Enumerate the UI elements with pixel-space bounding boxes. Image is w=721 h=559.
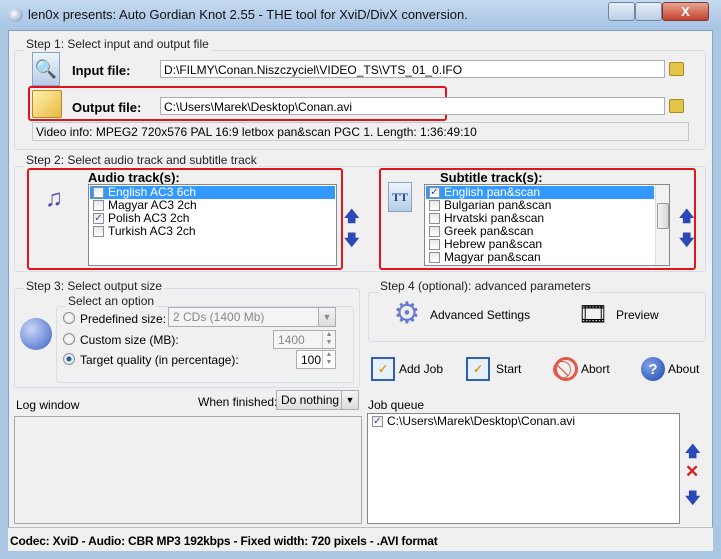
pie-chart-icon: [20, 318, 52, 350]
add-job-icon[interactable]: ✓: [371, 357, 395, 381]
video-info-field: Video info: MPEG2 720x576 PAL 16:9 letbo…: [32, 122, 689, 141]
start-button[interactable]: Start: [496, 362, 521, 376]
custom-size-spinner[interactable]: 1400 ▲ ▼: [273, 330, 336, 349]
chevron-down-icon[interactable]: ▼: [318, 308, 335, 326]
audio-track-list[interactable]: English AC3 6ch Magyar AC3 2ch ✓ Polish AC3…: [88, 184, 337, 266]
film-reel-icon[interactable]: 🎞: [577, 299, 609, 329]
step1-legend: Step 1: Select input and output file: [24, 37, 211, 51]
list-item-label: English AC3 6ch: [108, 185, 197, 199]
spinner-arrows-icon[interactable]: ▲ ▼: [322, 331, 335, 348]
audio-move-up-icon[interactable]: 🡅: [344, 206, 359, 231]
output-file-label: Output file:: [72, 100, 142, 115]
predefined-size-label: Predefined size:: [80, 312, 167, 326]
subtitle-track-list[interactable]: ✓ English pan&scan Bulgarian pan&scan Hrvat…: [424, 184, 670, 266]
start-icon[interactable]: ✓: [466, 357, 490, 381]
checkbox[interactable]: [429, 200, 440, 211]
music-speaker-icon: ♫: [45, 185, 63, 212]
input-file-label: Input file:: [72, 63, 131, 78]
window-title: len0x presents: Auto Gordian Knot 2.55 -…: [28, 7, 468, 22]
job-queue-label: Job queue: [368, 398, 425, 412]
step3-legend: Step 3: Select output size: [24, 279, 165, 293]
when-finished-label: When finished:: [198, 395, 278, 409]
list-item-label: Magyar pan&scan: [444, 250, 541, 264]
custom-size-value: 1400: [278, 333, 305, 347]
subtitle-move-down-icon[interactable]: 🡇: [679, 230, 694, 255]
app-icon[interactable]: [8, 8, 23, 22]
advanced-settings-label[interactable]: Advanced Settings: [430, 308, 530, 322]
predefined-size-value: 2 CDs (1400 Mb): [173, 310, 265, 324]
audio-move-down-icon[interactable]: 🡇: [344, 230, 359, 255]
help-icon[interactable]: ?: [641, 357, 665, 381]
list-item[interactable]: Magyar pan&scan: [426, 251, 654, 264]
when-finished-value: Do nothing: [281, 393, 340, 407]
list-item[interactable]: ✓ C:\Users\Marek\Desktop\Conan.avi: [369, 415, 678, 428]
step4-legend: Step 4 (optional): advanced parameters: [378, 279, 593, 293]
chevron-down-icon[interactable]: ▼: [341, 391, 358, 409]
list-item-label: Hrvatski pan&scan: [444, 211, 545, 225]
checkbox[interactable]: [93, 226, 104, 237]
audio-tracks-label: Audio track(s):: [88, 170, 180, 185]
about-button[interactable]: About: [668, 362, 699, 376]
target-quality-label: Target quality (in percentage):: [80, 353, 239, 367]
preview-button[interactable]: Preview: [616, 308, 659, 322]
step2-legend: Step 2: Select audio track and subtitle …: [24, 153, 259, 167]
browse-input-folder-icon[interactable]: [669, 62, 684, 76]
custom-size-radio[interactable]: [63, 333, 75, 345]
add-job-button[interactable]: Add Job: [399, 362, 443, 376]
subtitle-tracks-label: Subtitle track(s):: [440, 170, 543, 185]
list-item[interactable]: Turkish AC3 2ch: [90, 225, 335, 238]
checkbox[interactable]: [429, 213, 440, 224]
list-item-label: English pan&scan: [444, 185, 541, 199]
scrollbar-thumb[interactable]: [657, 203, 669, 229]
queue-move-down-icon[interactable]: 🡇: [685, 488, 700, 513]
browse-output-folder-icon[interactable]: [669, 99, 684, 113]
list-item-label: Turkish AC3 2ch: [108, 224, 196, 238]
list-item-label: Bulgarian pan&scan: [444, 198, 552, 212]
target-quality-radio[interactable]: [63, 353, 75, 365]
text-font-icon: TT: [388, 182, 412, 212]
output-file-field[interactable]: C:\Users\Marek\Desktop\Conan.avi: [160, 97, 665, 115]
close-button[interactable]: X: [662, 2, 709, 21]
maximize-button[interactable]: [635, 2, 662, 21]
checkbox[interactable]: [93, 200, 104, 211]
advanced-settings-button[interactable]: ⚙: [392, 296, 424, 330]
target-quality-value: 100: [301, 353, 322, 367]
abort-icon[interactable]: ⃠: [554, 357, 578, 381]
magnifier-document-icon: 🔍: [32, 52, 60, 86]
list-item-label: Magyar AC3 2ch: [108, 198, 197, 212]
gear-icon: ⚙: [393, 296, 421, 330]
subtitle-scrollbar[interactable]: [655, 185, 669, 265]
target-quality-spinner[interactable]: 100 ▲ ▼: [296, 350, 336, 369]
open-folder-icon: [32, 90, 62, 118]
log-window[interactable]: [14, 416, 362, 524]
checkbox[interactable]: [429, 239, 440, 250]
checkbox[interactable]: [429, 252, 440, 263]
select-option-legend: Select an option: [66, 294, 157, 308]
minimize-button[interactable]: [608, 2, 635, 21]
checkbox[interactable]: [429, 226, 440, 237]
status-bar: Codec: XviD - Audio: CBR MP3 192kbps - F…: [8, 527, 713, 551]
predefined-size-radio[interactable]: [63, 312, 75, 324]
abort-button[interactable]: Abort: [581, 362, 610, 376]
log-window-label: Log window: [16, 398, 80, 412]
list-item-label: C:\Users\Marek\Desktop\Conan.avi: [387, 414, 576, 428]
predefined-size-select[interactable]: 2 CDs (1400 Mb) ▼: [168, 307, 336, 327]
list-item-label: Greek pan&scan: [444, 224, 534, 238]
custom-size-label: Custom size (MB):: [80, 333, 179, 347]
checkbox[interactable]: [93, 187, 104, 198]
when-finished-select[interactable]: Do nothing ▼: [276, 390, 359, 410]
list-item-label: Hebrew pan&scan: [444, 237, 543, 251]
list-item-label: Polish AC3 2ch: [108, 211, 190, 225]
spinner-arrows-icon[interactable]: ▲ ▼: [322, 351, 335, 368]
checkbox[interactable]: ✓: [93, 213, 104, 224]
job-queue-list[interactable]: ✓ C:\Users\Marek\Desktop\Conan.avi: [367, 413, 680, 524]
input-file-field[interactable]: D:\FILMY\Conan.Niszczyciel\VIDEO_TS\VTS_…: [160, 60, 665, 78]
subtitle-move-up-icon[interactable]: 🡅: [679, 206, 694, 231]
checkbox[interactable]: ✓: [429, 187, 440, 198]
queue-remove-icon[interactable]: ✕: [685, 462, 699, 482]
checkbox[interactable]: ✓: [372, 416, 383, 427]
